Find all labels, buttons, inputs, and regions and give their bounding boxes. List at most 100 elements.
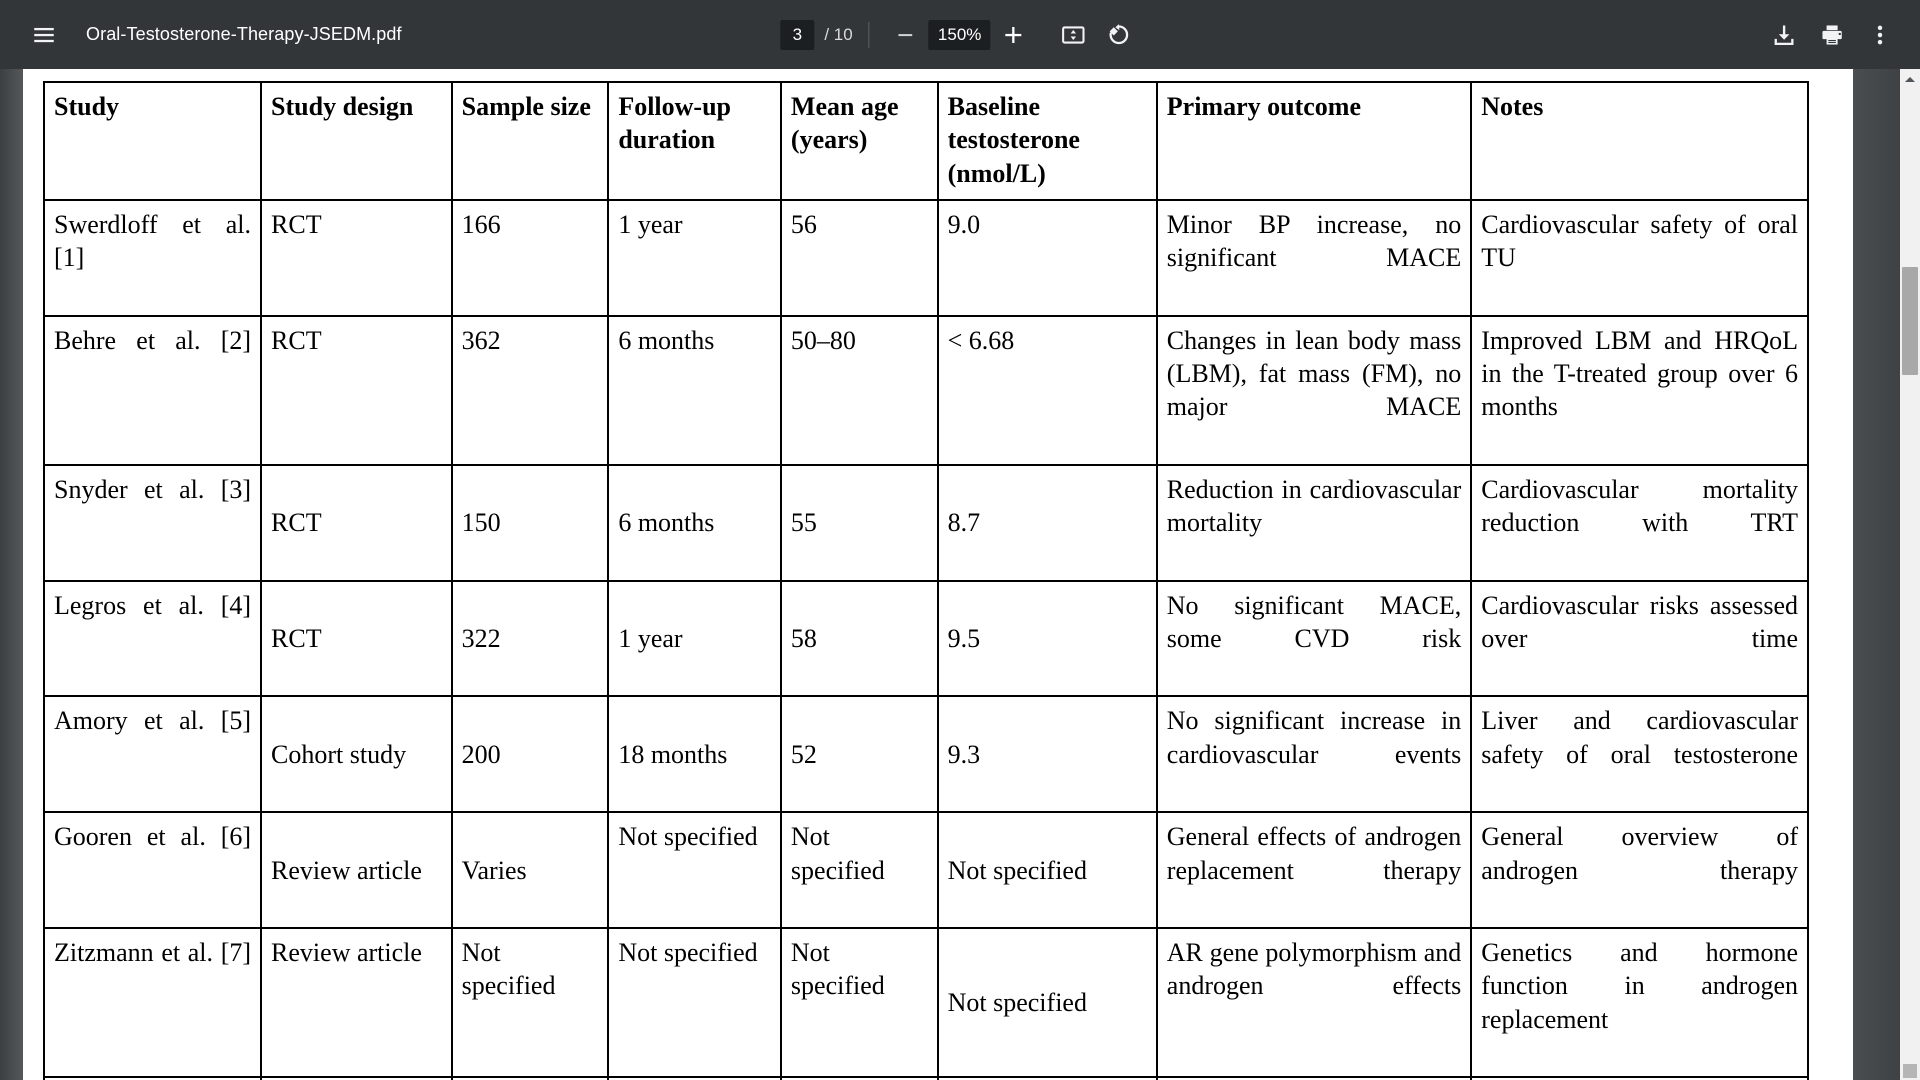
fit-to-page-icon[interactable] [1052,13,1096,57]
table-body: Swerdloff et al. [1] RCT 166 1 year 56 9… [42,199,1809,1080]
scrollbar-thumb[interactable] [1902,267,1918,375]
page-left-shadow [0,69,24,1080]
table-row: Swerdloff et al. [1] RCT 166 1 year 56 9… [42,199,1809,317]
cell-baseline: 9.0 [936,199,1158,317]
cell-design: RCT [260,463,453,582]
cell-baseline: < 6.68 [936,314,1158,466]
cell-study: Gooren et al. [6] [42,811,263,930]
page-right-shadow [1853,69,1900,1080]
cell-age: 52 [779,695,939,814]
cell-age: Not specified [779,927,939,1079]
cell-sample: 166 [450,199,610,317]
cell-outcome: No significant increase in cardiovascula… [1155,695,1473,814]
cell-design: RCT [260,199,453,317]
zoom-level-value[interactable]: 150% [928,19,991,50]
cell-followup: Not specified [607,811,782,930]
cell-study: Behre et al. [2] [42,314,263,466]
toolbar-divider [868,21,870,48]
cell-outcome: No significant MACE, some CVD risk [1155,579,1473,698]
cell-age: 56 [779,199,939,317]
cell-age: 50–80 [779,314,939,466]
cell-followup: 1 year [607,199,782,317]
column-header-primary-outcome: Primary outcome [1155,81,1473,201]
cell-study: Snyder et al. [3] [42,463,263,582]
toolbar-left-group: Oral-Testosterone-Therapy-JSEDM.pdf [0,13,402,57]
cell-sample: Not specified [450,927,610,1079]
cell-sample: Varies [450,811,610,930]
column-header-study: Study [42,81,263,201]
table-row: Snyder et al. [3] RCT 150 6 months 55 8.… [42,463,1809,582]
column-header-sample-size: Sample size [450,81,610,201]
vertical-scrollbar[interactable] [1900,69,1920,1080]
document-title: Oral-Testosterone-Therapy-JSEDM.pdf [86,24,402,44]
cell-baseline: Not specified [936,811,1158,930]
cell-followup: Not specified [607,927,782,1079]
column-header-study-design: Study design [260,81,453,201]
pdf-toolbar: Oral-Testosterone-Therapy-JSEDM.pdf / 10… [0,0,1920,69]
hamburger-menu-icon[interactable] [22,13,66,57]
cell-notes: Cardiovascular mortality reduction with … [1470,463,1809,582]
cell-notes: Genetics and hormone function in androge… [1470,927,1809,1079]
print-icon[interactable] [1810,13,1854,57]
column-header-notes: Notes [1470,81,1809,201]
column-header-followup: Follow-up duration [607,81,782,201]
cell-sample: 150 [450,463,610,582]
cell-age: 58 [779,579,939,698]
cell-design: Review article [260,927,453,1079]
cell-design: RCT [260,314,453,466]
cell-baseline: 9.3 [936,695,1158,814]
toolbar-center-group: / 10 150% [780,13,1139,57]
cell-age: Not specified [779,811,939,930]
cell-followup: 6 months [607,463,782,582]
cell-notes: Cardiovascular safety of oral TU [1470,199,1809,317]
rotate-counterclockwise-icon[interactable] [1096,13,1140,57]
cell-outcome: Reduction in cardiovascular mortality [1155,463,1473,582]
cell-notes: Cardiovascular risks assessed over time [1470,579,1809,698]
cell-sample: 200 [450,695,610,814]
pdf-page-3: Study Study design Sample size Follow-up… [23,69,1853,1080]
cell-study: Zitzmann et al. [7] [42,927,263,1079]
cell-baseline: Not specified [936,927,1158,1079]
table-row: Zitzmann et al. [7] Review article Not s… [42,927,1809,1079]
scrollbar-bottom-marker [1903,1064,1917,1078]
table-row: Gooren et al. [6] Review article Varies … [42,811,1809,930]
table-row: Amory et al. [5] Cohort study 200 18 mon… [42,695,1809,814]
cell-design: RCT [260,579,453,698]
more-vertical-icon[interactable] [1858,13,1902,57]
download-icon[interactable] [1762,13,1806,57]
scroll-up-arrow-icon[interactable] [1900,69,1920,89]
cell-baseline: 8.7 [936,463,1158,582]
cell-sample: 362 [450,314,610,466]
pdf-viewer-area[interactable]: Study Study design Sample size Follow-up… [0,69,1920,1080]
cell-design: Review article [260,811,453,930]
cell-study: Legros et al. [4] [42,579,263,698]
cell-followup: 6 months [607,314,782,466]
column-header-mean-age: Mean age (years) [779,81,939,201]
column-header-baseline-testosterone: Baseline testosterone (nmol/L) [936,81,1158,201]
cell-outcome: Minor BP increase, no significant MACE [1155,199,1473,317]
table-header: Study Study design Sample size Follow-up… [42,81,1809,201]
cell-notes: General overview of androgen therapy [1470,811,1809,930]
zoom-in-button[interactable] [994,15,1034,55]
table-header-row: Study Study design Sample size Follow-up… [42,81,1809,201]
cell-outcome: General effects of androgen replacement … [1155,811,1473,930]
cell-age: 55 [779,463,939,582]
cell-sample: 322 [450,579,610,698]
page-number-input[interactable] [780,19,815,50]
cell-baseline: 9.5 [936,579,1158,698]
table-row: Legros et al. [4] RCT 322 1 year 58 9.5 … [42,579,1809,698]
cell-outcome: AR gene polymorphism and androgen effect… [1155,927,1473,1079]
chevron-up-icon [1905,76,1915,82]
cell-design: Cohort study [260,695,453,814]
cell-followup: 18 months [607,695,782,814]
cell-notes: Liver and cardiovascular safety of oral … [1470,695,1809,814]
cell-outcome: Changes in lean body mass (LBM), fat mas… [1155,314,1473,466]
cell-followup: 1 year [607,579,782,698]
table-row: Behre et al. [2] RCT 362 6 months 50–80 … [42,314,1809,466]
page-total-label: / 10 [824,24,853,44]
toolbar-right-group [1758,13,1902,57]
cell-study: Amory et al. [5] [42,695,263,814]
studies-table: Study Study design Sample size Follow-up… [42,81,1809,1080]
cell-study: Swerdloff et al. [1] [42,199,263,317]
zoom-out-button[interactable] [886,15,926,55]
